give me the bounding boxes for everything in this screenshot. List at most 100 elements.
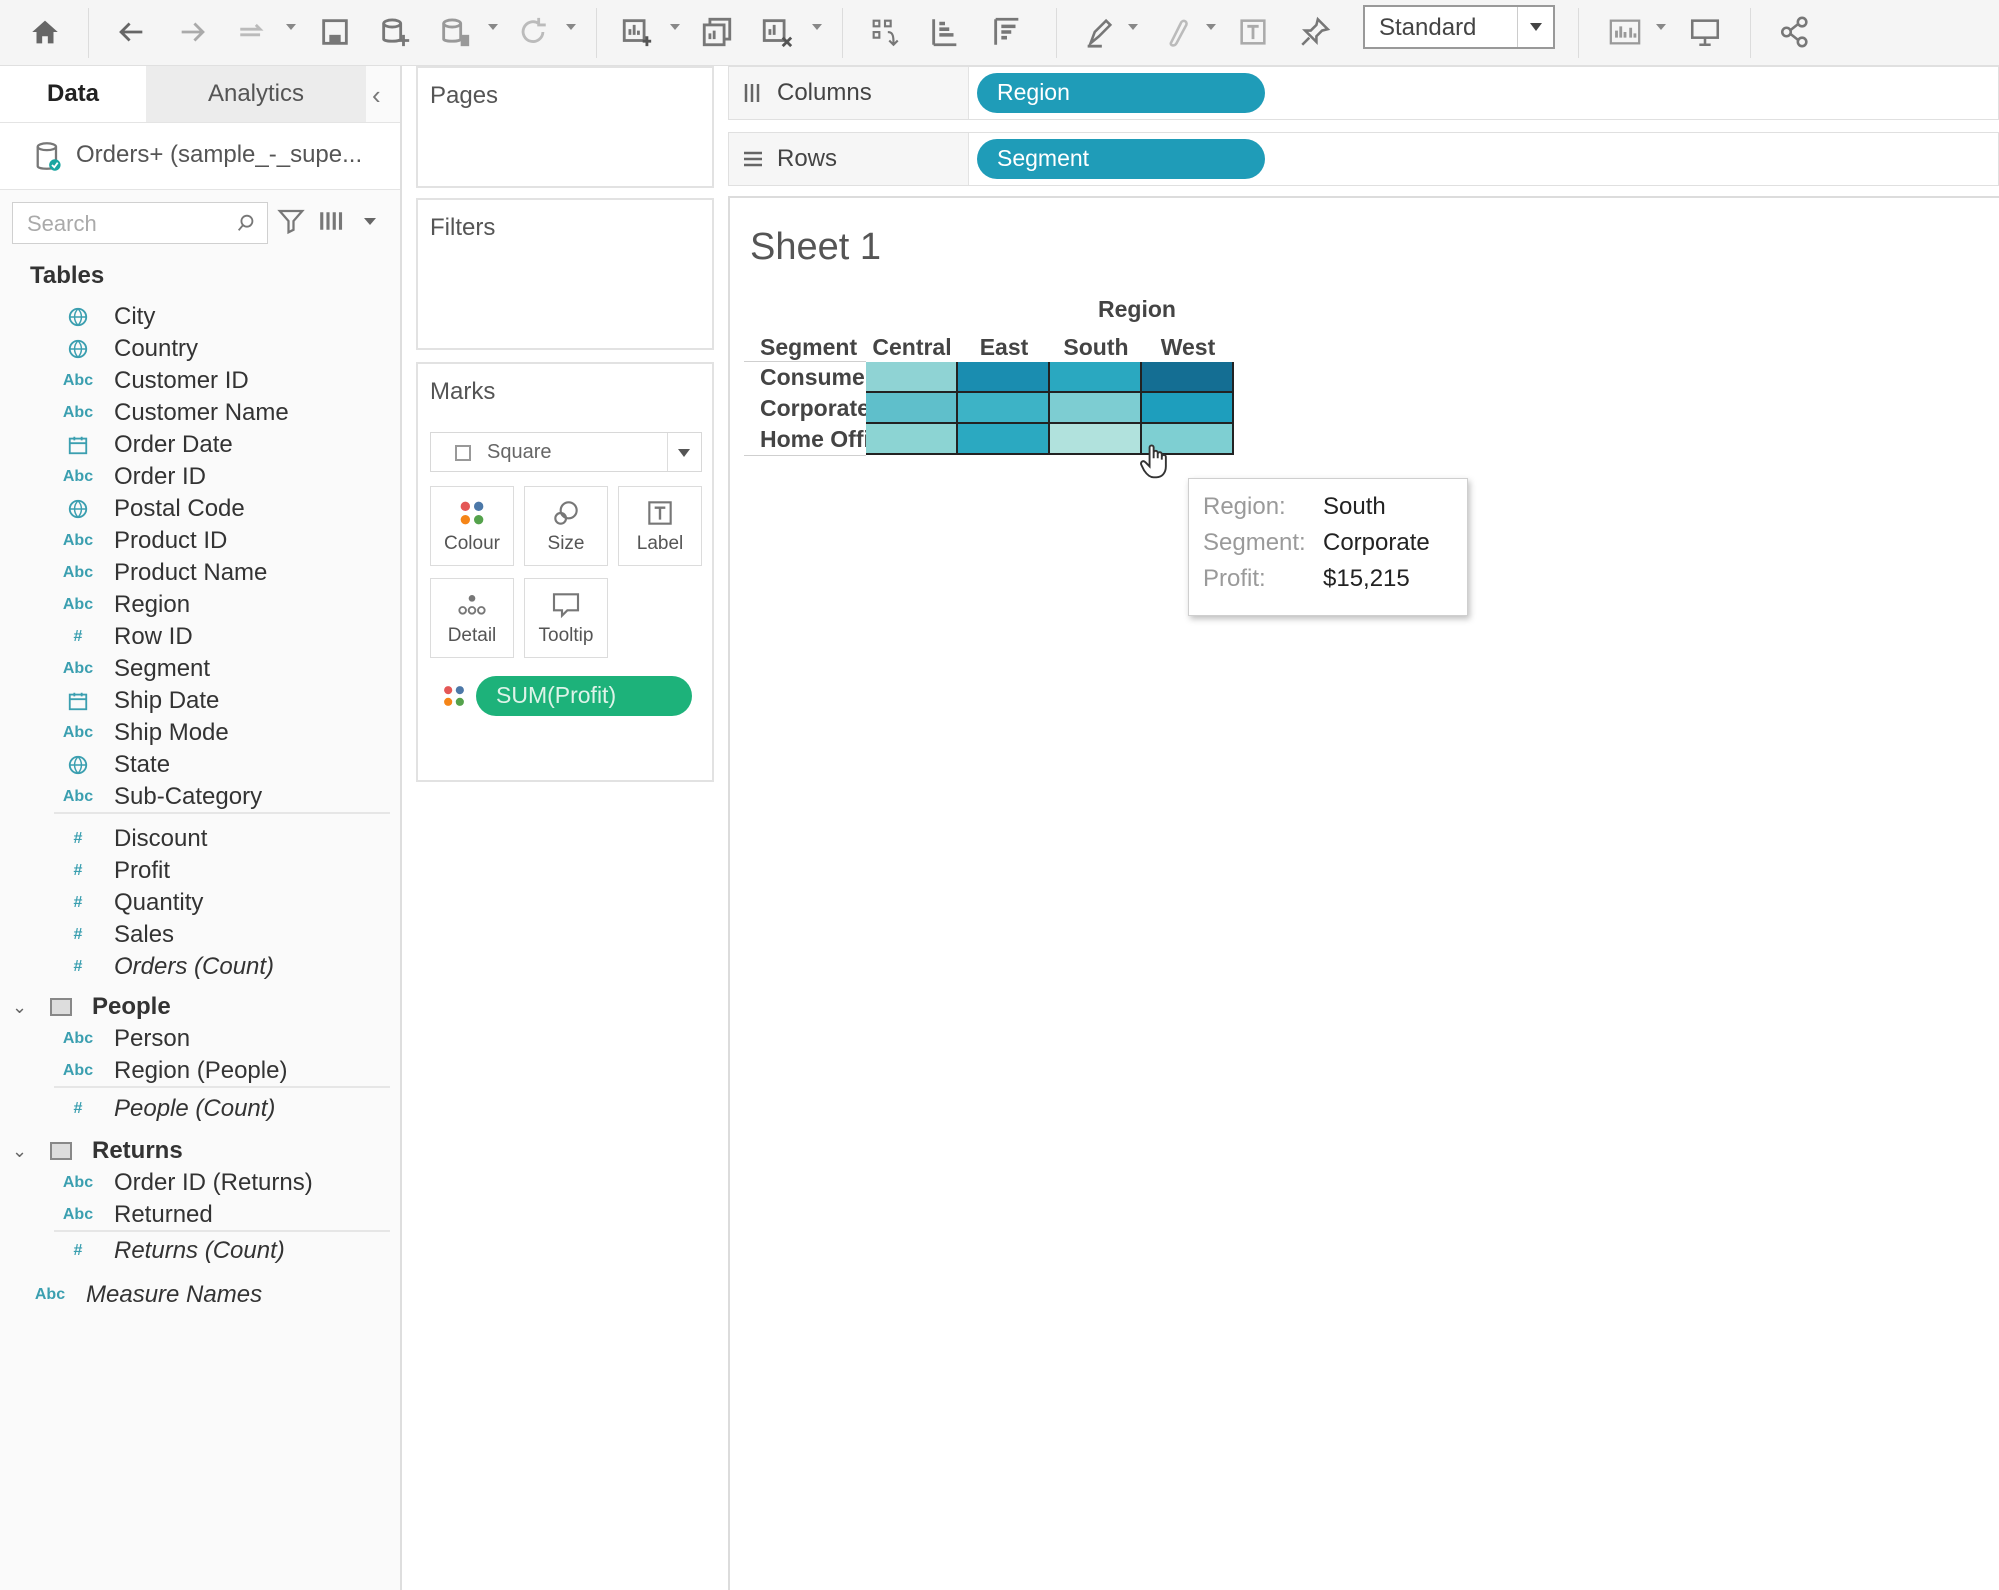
tooltip-segment-value: Corporate (1323, 529, 1430, 556)
group-members-icon[interactable] (1152, 10, 1198, 54)
field-sub-category[interactable]: Abc Sub-Category (62, 778, 262, 816)
field-label: Measure Names (86, 1281, 263, 1308)
presentation-mode-icon[interactable] (1682, 10, 1728, 54)
duplicate-sheet-icon[interactable] (694, 10, 740, 54)
row-header-consumer[interactable]: Consumer (760, 364, 874, 391)
pause-updates-icon[interactable] (432, 10, 478, 54)
sort-descending-icon[interactable] (984, 10, 1030, 54)
field-label: Product ID (114, 527, 228, 554)
tooltip-region-key: Region: (1203, 493, 1286, 520)
label-icon (648, 501, 672, 525)
clear-caret-icon[interactable] (812, 24, 822, 30)
tab-data[interactable]: Data (0, 66, 146, 122)
mark-type-select[interactable]: Square (430, 432, 702, 472)
label-button[interactable]: Label (618, 486, 702, 566)
segment-pill[interactable]: Segment (977, 139, 1265, 179)
field-returned[interactable]: Abc Returned (62, 1196, 213, 1234)
column-header-title[interactable]: Region (1098, 296, 1176, 323)
replay-icon[interactable] (230, 10, 276, 54)
pages-card-title: Pages (430, 82, 499, 109)
heatmap-cell[interactable] (1050, 362, 1142, 393)
field-measure-names[interactable]: Abc Measure Names (34, 1276, 262, 1314)
fix-axes-pin-icon[interactable] (1292, 10, 1338, 54)
redo-icon[interactable] (170, 10, 216, 54)
field-label: Orders (Count) (114, 953, 275, 980)
string-type-icon: Abc (62, 788, 94, 805)
show-me-caret-icon[interactable] (1656, 24, 1666, 30)
field-label: Customer ID (114, 367, 249, 394)
search-input[interactable]: Search (12, 202, 268, 244)
chevron-down-icon[interactable] (1517, 7, 1553, 47)
sort-ascending-icon[interactable] (922, 10, 968, 54)
data-source-icon (36, 142, 61, 171)
new-worksheet-caret-icon[interactable] (670, 24, 680, 30)
field-people-count[interactable]: # People (Count) (62, 1090, 276, 1128)
colour-button[interactable]: Colour (430, 486, 514, 566)
sheet-title[interactable]: Sheet 1 (750, 226, 881, 269)
view-options-caret-icon[interactable] (364, 218, 376, 225)
chevron-down-icon[interactable]: ⌄ (12, 1141, 34, 1162)
chevron-down-icon[interactable] (667, 433, 701, 471)
group-caret-icon[interactable] (1206, 24, 1216, 30)
field-label: Sales (114, 921, 175, 948)
swap-rows-columns-icon[interactable] (862, 10, 908, 54)
detail-label: Detail (447, 625, 497, 646)
field-label: City (114, 303, 156, 330)
share-icon[interactable] (1772, 10, 1818, 54)
chevron-down-icon[interactable]: ⌄ (12, 997, 34, 1018)
highlight-icon[interactable] (1076, 10, 1122, 54)
size-icon (554, 501, 578, 525)
column-header-east[interactable]: East (958, 334, 1050, 361)
clear-sheet-icon[interactable] (754, 10, 800, 54)
heatmap-cell[interactable] (958, 424, 1050, 455)
pause-caret-icon[interactable] (488, 24, 498, 30)
show-me-icon[interactable] (1602, 10, 1648, 54)
columns-shelf[interactable]: Columns Region (728, 66, 1999, 120)
size-button[interactable]: Size (524, 486, 608, 566)
heatmap-cell[interactable] (1142, 362, 1234, 393)
heatmap-cell[interactable] (866, 393, 958, 424)
field-region-people[interactable]: Abc Region (People) (62, 1052, 288, 1090)
data-source-row[interactable]: Orders+ (sample_-_supe... (0, 122, 400, 190)
field-returns-count[interactable]: # Returns (Count) (62, 1232, 285, 1270)
column-header-central[interactable]: Central (866, 334, 958, 361)
heatmap-cell[interactable] (958, 362, 1050, 393)
heatmap-cell[interactable] (1050, 393, 1142, 424)
filters-card[interactable]: Filters (416, 198, 714, 350)
column-header-south[interactable]: South (1050, 334, 1142, 361)
save-icon[interactable] (312, 10, 358, 54)
view-options-icon[interactable] (318, 208, 348, 234)
heatmap-cell[interactable] (866, 362, 958, 393)
detail-button[interactable]: Detail (430, 578, 514, 658)
tab-analytics[interactable]: Analytics (146, 66, 366, 122)
heatmap-cell[interactable] (1050, 424, 1142, 455)
new-data-source-icon[interactable] (372, 10, 418, 54)
label-label: Label (636, 533, 684, 554)
rows-shelf[interactable]: Rows Segment (728, 132, 1999, 186)
heatmap-cell[interactable] (1142, 393, 1234, 424)
undo-icon[interactable] (108, 10, 154, 54)
sum-profit-pill[interactable]: SUM(Profit) (476, 676, 692, 716)
marks-card: Marks Square Colour Size Label Detail To… (416, 362, 714, 782)
refresh-icon[interactable] (510, 10, 556, 54)
field-label: People (Count) (114, 1095, 276, 1122)
column-header-west[interactable]: West (1142, 334, 1234, 361)
collapse-pane-icon[interactable]: ‹ (372, 80, 381, 111)
pages-card[interactable]: Pages (416, 66, 714, 188)
fit-select[interactable]: Standard (1363, 5, 1555, 49)
home-icon[interactable] (22, 10, 68, 54)
show-mark-labels-icon[interactable] (1230, 10, 1276, 54)
row-header-corporate[interactable]: Corporate (760, 395, 870, 422)
field-orders-count[interactable]: # Orders (Count) (62, 948, 275, 986)
number-type-icon: # (73, 894, 83, 911)
tooltip-button[interactable]: Tooltip (524, 578, 608, 658)
filter-icon[interactable] (276, 206, 306, 236)
heatmap-cell[interactable] (958, 393, 1050, 424)
refresh-caret-icon[interactable] (566, 24, 576, 30)
region-pill[interactable]: Region (977, 73, 1265, 113)
heatmap-cell[interactable] (866, 424, 958, 455)
row-header-title[interactable]: Segment (760, 334, 857, 361)
highlight-caret-icon[interactable] (1128, 24, 1138, 30)
new-worksheet-icon[interactable] (614, 10, 660, 54)
replay-caret-icon[interactable] (286, 24, 296, 30)
